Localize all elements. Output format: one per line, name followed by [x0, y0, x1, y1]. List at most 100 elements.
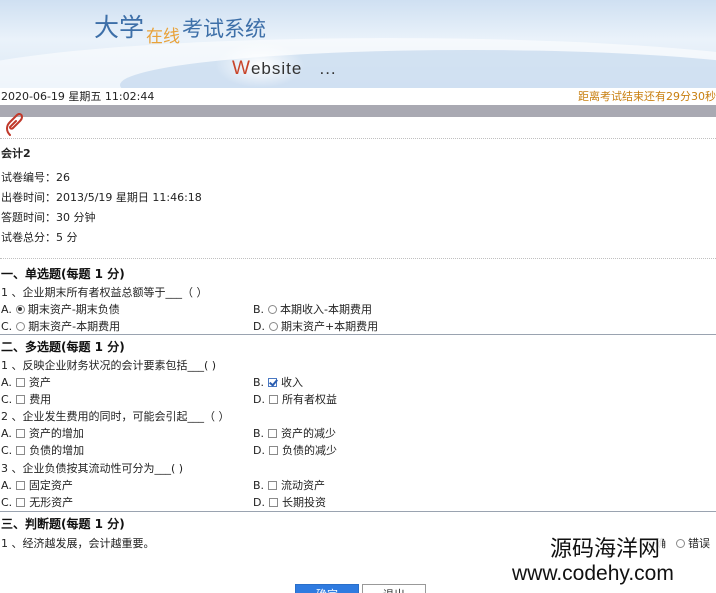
option-d[interactable]: D. 所有者权益 — [253, 391, 337, 407]
header-banner: 大学 在线 考试系统 Website ... — [0, 0, 716, 88]
paper-total-score: 试卷总分：5 分 — [1, 231, 78, 244]
option-label: B. — [253, 426, 265, 440]
website-initial: W — [232, 58, 251, 79]
radio-button[interactable] — [676, 538, 685, 548]
question-text: 3 、企业负债按其流动性可分为___( ) — [1, 462, 184, 475]
question-text: 1 、企业期末所有者权益总额等于___（ ） — [1, 286, 208, 299]
option-label: D. — [253, 495, 265, 509]
section-heading-multiple: 二、多选题(每题 1 分) — [1, 340, 125, 354]
option-c[interactable]: C. 无形资产 — [1, 494, 73, 510]
checkbox[interactable] — [15, 428, 25, 438]
option-text: 期末资产-本期费用 — [28, 320, 121, 333]
status-bar: 2020-06-19 星期五 11:02:44 距离考试结束还有29分30秒 — [0, 88, 716, 104]
option-a[interactable]: A. 期末资产-期末负债 — [1, 301, 120, 317]
section-heading-single: 一、单选题(每题 1 分) — [1, 267, 125, 281]
radio-button[interactable] — [15, 304, 25, 314]
option-c[interactable]: C. 期末资产-本期费用 — [1, 318, 120, 334]
website-rest: ebsite — [250, 59, 303, 78]
section-separator — [0, 334, 716, 335]
option-a[interactable]: A. 资产的增加 — [1, 425, 84, 441]
checkbox[interactable] — [268, 480, 278, 490]
option-text: 期末资产-期末负债 — [27, 303, 120, 316]
radio-button[interactable] — [16, 321, 26, 331]
option-b[interactable]: B. 本期收入-本期费用 — [253, 301, 372, 317]
watermark-title: 源码海洋网 — [548, 537, 663, 563]
option-label: D. — [253, 319, 265, 333]
option-text: 负债的减少 — [281, 444, 337, 457]
option-text: 负债的增加 — [29, 444, 85, 457]
option-label: B. — [253, 375, 265, 389]
exam-countdown: 距离考试结束还有29分30秒 — [578, 90, 716, 103]
option-b[interactable]: B. 流动资产 — [253, 477, 325, 493]
option-c[interactable]: C. 费用 — [1, 391, 51, 407]
system-title: 大学 在线 考试系统 — [94, 8, 267, 47]
radio-button[interactable] — [268, 321, 278, 331]
checkbox[interactable] — [268, 377, 278, 387]
question-text: 1 、经济越发展，会计越重要。 — [1, 537, 155, 550]
option-text: 固定资产 — [28, 479, 73, 492]
checkbox[interactable] — [268, 428, 278, 438]
option-label: C. — [1, 319, 13, 333]
paper-name: 会计2 — [1, 147, 31, 160]
option-text: 所有者权益 — [281, 393, 337, 406]
option-text: 错误 — [688, 537, 710, 550]
option-d[interactable]: D. 负债的减少 — [253, 442, 337, 458]
paperclip-icon — [6, 113, 24, 136]
checkbox[interactable] — [268, 445, 278, 455]
option-label: C. — [1, 443, 13, 457]
option-text: 资产 — [28, 376, 51, 389]
dotted-divider — [0, 138, 716, 139]
submit-button[interactable]: 确定 — [295, 584, 359, 593]
current-datetime: 2020-06-19 星期五 11:02:44 — [1, 90, 155, 103]
option-label: A. — [1, 375, 12, 389]
question-text: 2 、企业发生费用的同时，可能会引起___（ ） — [1, 410, 230, 423]
option-text: 流动资产 — [281, 479, 326, 492]
checkbox[interactable] — [16, 445, 26, 455]
option-text: 期末资产+本期费用 — [280, 320, 379, 333]
paper-number: 试卷编号：26 — [1, 171, 70, 184]
title-part-1: 大学 — [94, 13, 145, 42]
option-text: 长期投资 — [281, 496, 326, 509]
option-text: 收入 — [281, 376, 304, 389]
option-label: C. — [1, 392, 13, 406]
checkbox[interactable] — [15, 377, 25, 387]
dotted-divider — [0, 258, 716, 259]
checkbox[interactable] — [16, 497, 26, 507]
divider-strip — [0, 105, 716, 117]
option-label: A. — [1, 426, 12, 440]
option-b[interactable]: B. 资产的减少 — [253, 425, 336, 441]
option-a[interactable]: A. 资产 — [1, 374, 51, 390]
title-part-2: 在线 — [146, 27, 181, 47]
option-text: 费用 — [29, 393, 52, 406]
option-d[interactable]: D. 期末资产+本期费用 — [253, 318, 378, 334]
option-label: C. — [1, 495, 13, 509]
exit-button[interactable]: 退出 — [362, 584, 426, 593]
checkbox[interactable] — [268, 497, 278, 507]
checkbox[interactable] — [16, 394, 26, 404]
option-c[interactable]: C. 负债的增加 — [1, 442, 84, 458]
website-ellipsis: ... — [319, 59, 337, 78]
checkbox[interactable] — [15, 480, 25, 490]
option-label: D. — [253, 443, 265, 457]
option-false[interactable]: 错误 — [676, 535, 710, 551]
radio-button[interactable] — [268, 304, 278, 314]
option-text: 无形资产 — [29, 496, 74, 509]
section-separator — [0, 511, 716, 512]
watermark-url: www.codehy.com — [510, 562, 676, 586]
option-text: 资产的增加 — [28, 427, 84, 440]
paper-duration: 答题时间：30 分钟 — [1, 211, 96, 224]
checkbox[interactable] — [268, 394, 278, 404]
option-label: B. — [253, 478, 265, 492]
paper-created-time: 出卷时间：2013/5/19 星期日 11:46:18 — [1, 191, 202, 204]
option-label: D. — [253, 392, 265, 406]
option-a[interactable]: A. 固定资产 — [1, 477, 73, 493]
website-label: Website ... — [232, 58, 337, 80]
option-text: 本期收入-本期费用 — [280, 303, 373, 316]
option-label: A. — [1, 478, 12, 492]
paper-info: 会计2 试卷编号：26 出卷时间：2013/5/19 星期日 11:46:18 … — [1, 145, 202, 249]
option-text: 资产的减少 — [281, 427, 337, 440]
option-d[interactable]: D. 长期投资 — [253, 494, 326, 510]
option-label: A. — [1, 302, 12, 316]
option-b[interactable]: B. 收入 — [253, 374, 303, 390]
title-part-3: 考试系统 — [182, 17, 267, 41]
